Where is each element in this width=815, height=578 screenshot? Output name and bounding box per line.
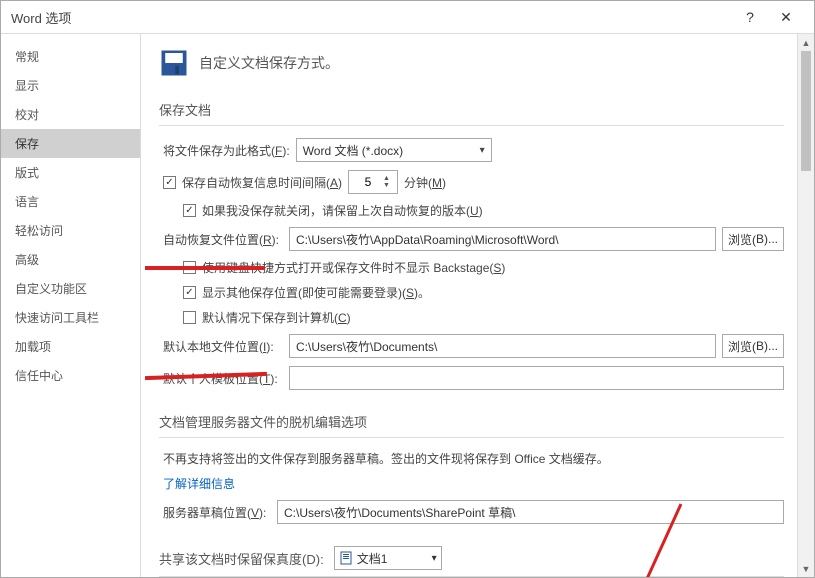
annotation-underline-1 bbox=[145, 266, 265, 270]
default-local-path-input[interactable]: C:\Users\夜竹\Documents\ bbox=[289, 334, 716, 358]
minutes-label: 分钟(M) bbox=[404, 174, 446, 191]
fidelity-doc-select[interactable]: 文档1 ▾ bbox=[334, 546, 442, 570]
save-format-label: 将文件保存为此格式(F): bbox=[163, 142, 290, 159]
save-to-computer-checkbox[interactable] bbox=[183, 311, 196, 324]
sidebar-item-10[interactable]: 加载项 bbox=[1, 332, 140, 361]
keep-last-autosaved-checkbox[interactable]: ✓ bbox=[183, 204, 196, 217]
default-template-path-input[interactable] bbox=[289, 366, 784, 390]
sidebar-item-9[interactable]: 快速访问工具栏 bbox=[1, 303, 140, 332]
word-options-dialog: Word 选项 ? ✕ 常规显示校对保存版式语言轻松访问高级自定义功能区快速访问… bbox=[0, 0, 815, 578]
annotation-arrow bbox=[621, 494, 701, 577]
divider bbox=[159, 437, 784, 438]
sidebar-item-6[interactable]: 轻松访问 bbox=[1, 216, 140, 245]
sidebar-item-3[interactable]: 保存 bbox=[1, 129, 140, 158]
sidebar-item-11[interactable]: 信任中心 bbox=[1, 361, 140, 390]
titlebar: Word 选项 ? ✕ bbox=[1, 1, 814, 34]
save-format-select[interactable]: Word 文档 (*.docx) ▾ bbox=[296, 138, 492, 162]
sidebar: 常规显示校对保存版式语言轻松访问高级自定义功能区快速访问工具栏加载项信任中心 bbox=[1, 34, 141, 577]
sidebar-item-2[interactable]: 校对 bbox=[1, 100, 140, 129]
autorecover-browse-button[interactable]: 浏览(B)... bbox=[722, 227, 784, 251]
heading-text: 自定义文档保存方式。 bbox=[199, 53, 339, 73]
autorecover-path-label: 自动恢复文件位置(R): bbox=[163, 231, 283, 248]
server-drafts-input[interactable]: C:\Users\夜竹\Documents\SharePoint 草稿\ bbox=[277, 500, 784, 524]
learn-more-link[interactable]: 了解详细信息 bbox=[163, 475, 235, 492]
autorecover-minutes-input[interactable]: ▲▼ bbox=[348, 170, 398, 194]
document-icon bbox=[339, 551, 353, 565]
divider bbox=[159, 125, 784, 126]
autorecover-interval-label: 保存自动恢复信息时间间隔(A) bbox=[182, 174, 342, 191]
autorecover-interval-checkbox[interactable]: ✓ bbox=[163, 176, 176, 189]
autorecover-path-input[interactable]: C:\Users\夜竹\AppData\Roaming\Microsoft\Wo… bbox=[289, 227, 716, 251]
help-button[interactable]: ? bbox=[732, 1, 768, 34]
save-icon bbox=[159, 48, 189, 78]
sidebar-item-0[interactable]: 常规 bbox=[1, 42, 140, 71]
sidebar-item-4[interactable]: 版式 bbox=[1, 158, 140, 187]
sidebar-item-8[interactable]: 自定义功能区 bbox=[1, 274, 140, 303]
vertical-scrollbar[interactable]: ▲ ▼ bbox=[797, 34, 814, 577]
chevron-down-icon: ▾ bbox=[432, 553, 437, 564]
scroll-thumb[interactable] bbox=[801, 51, 811, 171]
window-title: Word 选项 bbox=[11, 8, 732, 27]
heading-row: 自定义文档保存方式。 bbox=[159, 48, 784, 78]
scroll-up-arrow-icon[interactable]: ▲ bbox=[798, 34, 814, 51]
sidebar-item-1[interactable]: 显示 bbox=[1, 71, 140, 100]
scroll-down-arrow-icon[interactable]: ▼ bbox=[798, 560, 814, 577]
save-to-computer-label: 默认情况下保存到计算机(C) bbox=[202, 309, 351, 326]
default-local-browse-button[interactable]: 浏览(B)... bbox=[722, 334, 784, 358]
section-offline-editing-title: 文档管理服务器文件的脱机编辑选项 bbox=[159, 412, 784, 437]
server-drafts-label: 服务器草稿位置(V): bbox=[163, 504, 271, 521]
content-panel: 自定义文档保存方式。 保存文档 将文件保存为此格式(F): Word 文档 (*… bbox=[141, 34, 814, 577]
section-fidelity-title: 共享该文档时保留保真度(D): bbox=[159, 549, 324, 568]
default-local-path-label: 默认本地文件位置(I): bbox=[163, 338, 283, 355]
keep-last-autosaved-label: 如果我没保存就关闭，请保留上次自动恢复的版本(U) bbox=[202, 202, 483, 219]
chevron-down-icon: ▾ bbox=[480, 145, 485, 156]
sidebar-item-7[interactable]: 高级 bbox=[1, 245, 140, 274]
dialog-body: 常规显示校对保存版式语言轻松访问高级自定义功能区快速访问工具栏加载项信任中心 自… bbox=[1, 34, 814, 577]
section-save-documents-title: 保存文档 bbox=[159, 100, 784, 125]
close-button[interactable]: ✕ bbox=[768, 1, 804, 34]
show-other-locations-checkbox[interactable]: ✓ bbox=[183, 286, 196, 299]
offline-editing-desc: 不再支持将签出的文件保存到服务器草稿。签出的文件现将保存到 Office 文档缓… bbox=[159, 450, 784, 467]
show-other-locations-label: 显示其他保存位置(即使可能需要登录)(S)。 bbox=[202, 284, 430, 301]
sidebar-item-5[interactable]: 语言 bbox=[1, 187, 140, 216]
